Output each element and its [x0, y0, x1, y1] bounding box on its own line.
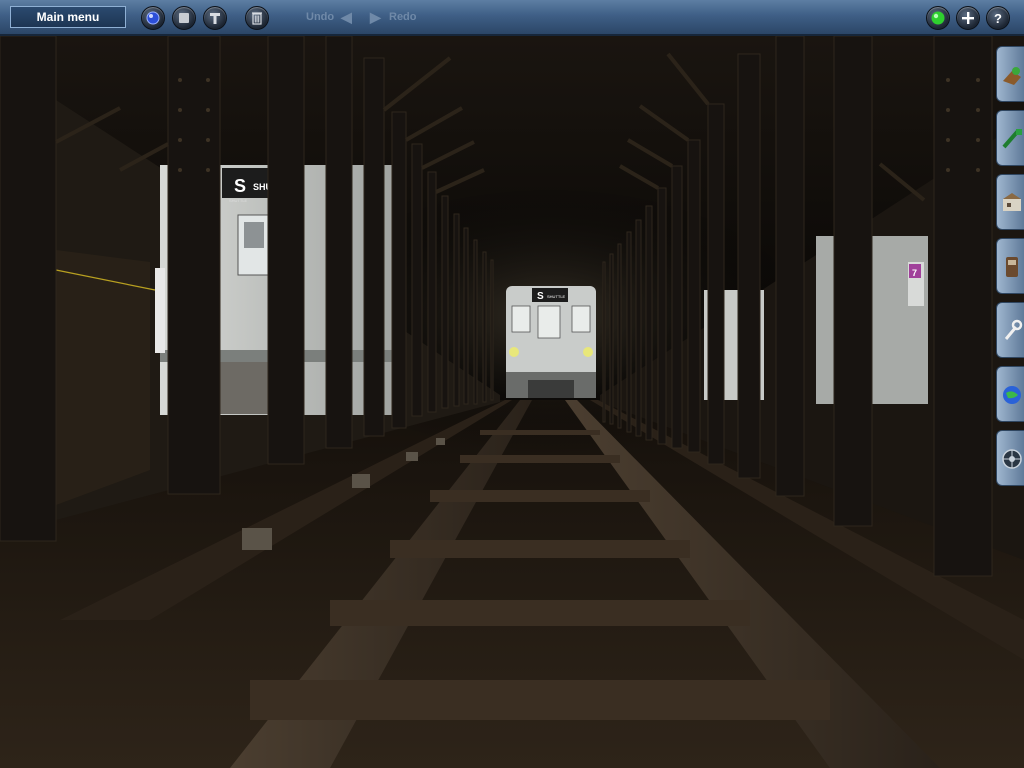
train-route-number: 7	[912, 268, 917, 278]
left-wall-panel	[56, 250, 150, 505]
top-toolbar: Main menu Undo ◀ ▶ Redo ?	[0, 0, 1024, 36]
building-icon	[1003, 193, 1021, 211]
tab-options[interactable]	[996, 430, 1024, 486]
tunnel-scene: S SHU SHUTTLE 7 S SHUTTLE	[0, 36, 1024, 768]
main-menu-button[interactable]: Main menu	[10, 6, 126, 28]
headlight-left	[509, 347, 519, 357]
wrench-icon[interactable]	[203, 6, 227, 30]
globe-icon	[1003, 386, 1021, 404]
tab-environment[interactable]	[996, 366, 1024, 422]
headlight-right	[583, 347, 593, 357]
tab-trainz-assets[interactable]	[996, 46, 1024, 102]
tab-trains[interactable]	[996, 238, 1024, 294]
stop-icon[interactable]	[172, 6, 196, 30]
undo-button[interactable]: Undo	[306, 11, 334, 23]
trash-icon[interactable]	[245, 6, 269, 30]
train-route-letter: S	[234, 176, 246, 196]
approaching-train: S SHUTTLE	[506, 286, 596, 398]
question-icon[interactable]: ?	[986, 6, 1010, 30]
track-icon	[1002, 129, 1022, 149]
far-train-route: S	[537, 291, 544, 302]
driver-icon[interactable]	[141, 6, 165, 30]
green-light-icon[interactable]	[926, 6, 950, 30]
tab-buildings[interactable]	[996, 174, 1024, 230]
tab-tools[interactable]	[996, 302, 1024, 358]
3d-viewport[interactable]: S SHU SHUTTLE 7 S SHUTTLE	[0, 36, 1024, 768]
train-service: SHUTTLE	[229, 198, 248, 203]
wrench-icon	[1004, 319, 1023, 340]
asset-icon	[1003, 67, 1021, 85]
wheel-icon	[1002, 449, 1022, 469]
tab-track-laying[interactable]	[996, 110, 1024, 166]
redo-button[interactable]: Redo	[389, 11, 417, 23]
redo-arrow-icon[interactable]: ▶	[370, 9, 381, 26]
svg-text:?: ?	[994, 11, 1002, 26]
far-train-destination: SHUTTLE	[547, 294, 566, 299]
plus-icon[interactable]	[956, 6, 980, 30]
train-icon	[1006, 257, 1018, 277]
undo-arrow-icon[interactable]: ◀	[341, 9, 352, 26]
